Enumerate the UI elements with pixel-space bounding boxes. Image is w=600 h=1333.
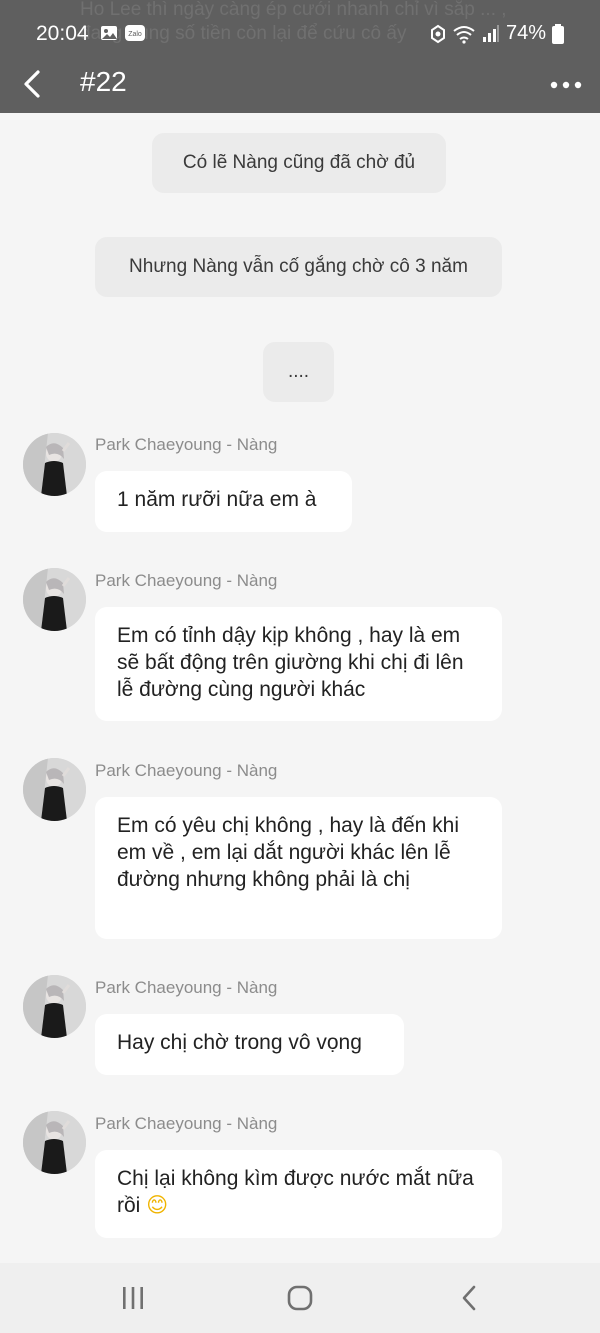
message-bubble[interactable]: Chị lại không kìm được nước mắt nữa rồi … — [95, 1150, 502, 1238]
system-message: .... — [263, 342, 334, 402]
system-message-text: Nhưng Nàng vẫn cố gắng chờ cô 3 năm — [129, 256, 468, 277]
more-options-icon[interactable] — [546, 70, 586, 100]
signal-icon — [482, 24, 499, 42]
sender-name: Park Chaeyoung - Nàng — [95, 435, 278, 454]
sender-name: Park Chaeyoung - Nàng — [95, 761, 278, 780]
system-message: Có lẽ Nàng cũng đã chờ đủ — [152, 133, 446, 193]
recent-apps-icon[interactable] — [118, 1283, 148, 1313]
status-time: 20:04 — [36, 22, 89, 45]
battery-saver-icon — [430, 24, 445, 43]
avatar[interactable] — [23, 758, 86, 821]
status-right-group: 74% — [430, 22, 564, 45]
zalo-icon: Zalo — [125, 25, 145, 41]
status-bar: 20:04 Zalo 74% — [0, 0, 600, 66]
message-bubble[interactable]: 1 năm rưỡi nữa em à — [95, 471, 352, 532]
message-bubble[interactable]: Hay chị chờ trong vô vọng — [95, 1014, 404, 1075]
sender-name: Park Chaeyoung - Nàng — [95, 978, 278, 997]
message-bubble[interactable]: Em có yêu chị không , hay là đến khi em … — [95, 797, 502, 939]
wifi-icon — [453, 25, 475, 44]
system-message-text: Có lẽ Nàng cũng đã chờ đủ — [182, 152, 416, 173]
message-text: Chị lại không kìm được nước mắt nữa rồi — [117, 1167, 474, 1217]
app-header: Ho Lee thì ngày càng ép cưới nhanh chỉ v… — [0, 0, 600, 113]
message-text: Em có tỉnh dậy kịp không , hay là em sẽ … — [117, 624, 464, 701]
battery-percent: 74% — [505, 22, 546, 44]
system-message: Nhưng Nàng vẫn cố gắng chờ cô 3 năm — [95, 237, 502, 297]
battery-icon — [552, 23, 564, 44]
message-text: 1 năm rưỡi nữa em à — [117, 488, 317, 511]
app-bar: #22 — [0, 60, 600, 108]
back-button[interactable] — [18, 66, 50, 102]
message-bubble[interactable]: Em có tỉnh dậy kịp không , hay là em sẽ … — [95, 607, 502, 721]
avatar[interactable] — [23, 975, 86, 1038]
sender-name: Park Chaeyoung - Nàng — [95, 571, 278, 590]
system-message-text: .... — [287, 361, 310, 382]
page-title: #22 — [80, 66, 127, 97]
system-nav-bar — [0, 1263, 600, 1333]
zalo-icon-label: Zalo — [128, 31, 142, 38]
avatar-photo — [23, 568, 86, 631]
chat-area[interactable]: Có lẽ Nàng cũng đã chờ đủ Nhưng Nàng vẫn… — [0, 113, 600, 1263]
avatar[interactable] — [23, 1111, 86, 1174]
avatar[interactable] — [23, 433, 86, 496]
avatar-photo — [23, 975, 86, 1038]
avatar-photo — [23, 1111, 86, 1174]
message-text: Em có yêu chị không , hay là đến khi em … — [117, 814, 460, 891]
home-icon[interactable] — [285, 1283, 315, 1313]
nav-back-icon[interactable] — [455, 1283, 485, 1313]
sender-name: Park Chaeyoung - Nàng — [95, 1114, 278, 1133]
avatar-photo — [23, 758, 86, 821]
gallery-icon — [101, 26, 117, 40]
avatar[interactable] — [23, 568, 86, 631]
message-text: Hay chị chờ trong vô vọng — [117, 1031, 362, 1054]
smile-emoji-icon: 😊 — [146, 1193, 169, 1217]
avatar-photo — [23, 433, 86, 496]
